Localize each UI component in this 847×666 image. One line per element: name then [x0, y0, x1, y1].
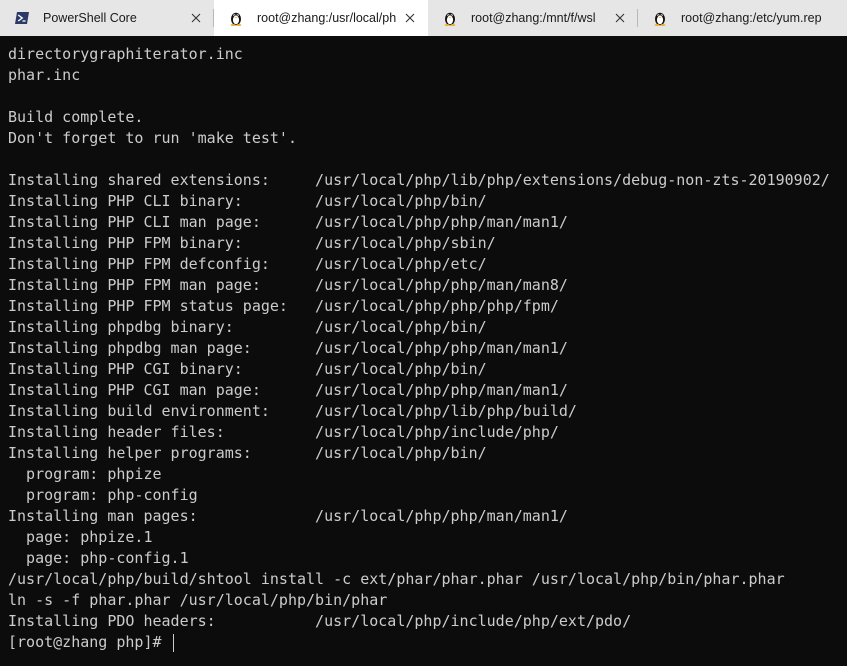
- terminal-line: page: phpize.1: [8, 528, 153, 546]
- close-icon[interactable]: [612, 10, 628, 26]
- linux-tux-icon: [228, 10, 244, 26]
- terminal-line: Installing PDO headers: /usr/local/php/i…: [8, 612, 632, 630]
- terminal-line: Installing helper programs: /usr/local/p…: [8, 444, 487, 462]
- terminal-line: phar.inc: [8, 66, 81, 84]
- terminal-line: directorygraphiterator.inc: [8, 45, 243, 63]
- terminal-line: Installing PHP FPM man page: /usr/local/…: [8, 276, 568, 294]
- terminal-line: Installing shared extensions: /usr/local…: [8, 171, 830, 189]
- tab-title: PowerShell Core: [43, 11, 137, 25]
- terminal-line: Installing PHP FPM defconfig: /usr/local…: [8, 255, 487, 273]
- terminal-line: Installing build environment: /usr/local…: [8, 402, 577, 420]
- terminal-line: Installing PHP FPM binary: /usr/local/ph…: [8, 234, 496, 252]
- close-icon[interactable]: [402, 10, 418, 26]
- terminal-line: Installing man pages: /usr/local/php/php…: [8, 507, 568, 525]
- terminal-line: Installing PHP FPM status page: /usr/loc…: [8, 297, 559, 315]
- linux-tux-icon: [442, 10, 458, 26]
- tab-title: root@zhang:/mnt/f/wsl: [471, 11, 596, 25]
- tab-title: root@zhang:/etc/yum.rep: [681, 11, 822, 25]
- text-cursor: [172, 633, 174, 652]
- shell-prompt-line[interactable]: [root@zhang php]#: [8, 632, 847, 653]
- tab-usr-local-php[interactable]: root@zhang:/usr/local/ph: [214, 0, 428, 36]
- tab-powershell-core[interactable]: PowerShell Core: [0, 0, 214, 36]
- powershell-icon: [14, 10, 30, 26]
- tab-etc-yum-repos[interactable]: root@zhang:/etc/yum.rep: [638, 0, 847, 36]
- tab-bar: PowerShell Core root@zhang:/usr/local/ph…: [0, 0, 847, 36]
- linux-tux-icon: [652, 10, 668, 26]
- tab-mnt-f-wsl[interactable]: root@zhang:/mnt/f/wsl: [428, 0, 638, 36]
- terminal-line: program: php-config: [8, 486, 198, 504]
- terminal-line: Installing PHP CGI man page: /usr/local/…: [8, 381, 568, 399]
- shell-prompt: [root@zhang php]#: [8, 633, 171, 651]
- tab-title: root@zhang:/usr/local/ph: [257, 11, 396, 25]
- terminal-window: PowerShell Core root@zhang:/usr/local/ph…: [0, 0, 847, 666]
- terminal-output[interactable]: directorygraphiterator.inc phar.inc Buil…: [0, 36, 847, 666]
- terminal-line: Installing PHP CLI binary: /usr/local/ph…: [8, 192, 487, 210]
- terminal-line: Installing PHP CLI man page: /usr/local/…: [8, 213, 568, 231]
- terminal-line: program: phpize: [8, 465, 162, 483]
- close-icon[interactable]: [188, 10, 204, 26]
- terminal-line: Installing phpdbg man page: /usr/local/p…: [8, 339, 568, 357]
- terminal-line: Installing phpdbg binary: /usr/local/php…: [8, 318, 487, 336]
- terminal-line: Don't forget to run 'make test'.: [8, 129, 297, 147]
- terminal-line: Installing PHP CGI binary: /usr/local/ph…: [8, 360, 487, 378]
- terminal-line: Build complete.: [8, 108, 144, 126]
- terminal-line: ln -s -f phar.phar /usr/local/php/bin/ph…: [8, 591, 388, 609]
- terminal-line: page: php-config.1: [8, 549, 189, 567]
- terminal-line: /usr/local/php/build/shtool install -c e…: [8, 570, 785, 588]
- terminal-line: Installing header files: /usr/local/php/…: [8, 423, 559, 441]
